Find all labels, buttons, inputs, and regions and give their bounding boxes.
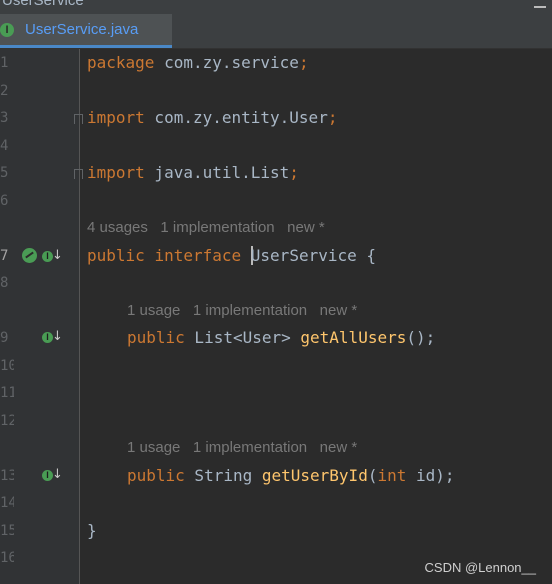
method-params: (); xyxy=(406,328,436,347)
method-params: id); xyxy=(406,466,455,485)
line-number: 8 xyxy=(0,275,9,291)
interface-name: UserService xyxy=(250,246,357,265)
package-name: com.zy.service xyxy=(154,53,299,72)
watermark: CSDN @Lennon__ xyxy=(424,560,536,575)
implemented-arrow-icon[interactable]: ↓ xyxy=(52,248,63,264)
line-number: 15 xyxy=(0,523,14,539)
import-name: com.zy.entity.User xyxy=(144,108,328,127)
tab-userservice-java[interactable]: I UserService.java xyxy=(0,14,172,48)
line-number: 13 xyxy=(0,468,14,484)
code-line-import[interactable]: import java.util.List; xyxy=(87,162,299,184)
minimize-icon[interactable] xyxy=(534,0,546,8)
usages-link[interactable]: 1 usage xyxy=(127,302,180,319)
import-name: java.util.List xyxy=(144,163,290,182)
brace: { xyxy=(356,246,377,265)
line-number: 11 xyxy=(0,385,14,401)
tab-label: UserService.java xyxy=(25,21,139,38)
param-type: int xyxy=(377,466,407,485)
semicolon: ; xyxy=(327,108,338,127)
keyword: import xyxy=(87,163,145,182)
code-vision-hint[interactable]: 1 usage 1 implementation new * xyxy=(127,302,357,319)
line-number: 4 xyxy=(0,138,9,154)
line-number: 5 xyxy=(0,165,9,181)
usages-link[interactable]: 1 usage xyxy=(127,439,180,456)
code-line-closing-brace[interactable]: } xyxy=(87,520,97,542)
code-vision-hint[interactable]: 1 usage 1 implementation new * xyxy=(127,439,357,456)
line-number: 7 xyxy=(0,248,9,264)
fold-marker-icon[interactable] xyxy=(74,114,83,124)
line-number: 3 xyxy=(0,110,9,126)
line-number: 10 xyxy=(0,358,14,374)
method-name: getAllUsers xyxy=(300,328,407,347)
implementation-link[interactable]: 1 implementation xyxy=(160,219,274,236)
semicolon: ; xyxy=(298,53,309,72)
editor-tab-bar: I UserService.java xyxy=(0,14,552,49)
interface-icon: I xyxy=(0,23,14,37)
author-hint[interactable]: new * xyxy=(320,439,358,456)
code-vision-hint[interactable]: 4 usages 1 implementation new * xyxy=(87,219,325,236)
fold-marker-icon[interactable] xyxy=(74,169,83,179)
navigation-bar: UserService xyxy=(0,0,552,14)
keyword: package xyxy=(87,53,155,72)
method-name: getUserById xyxy=(261,466,368,485)
usages-link[interactable]: 4 usages xyxy=(87,219,148,236)
keyword: import xyxy=(87,108,145,127)
line-number: 2 xyxy=(0,83,9,99)
breadcrumb[interactable]: UserService xyxy=(2,0,84,9)
code-line-import[interactable]: import com.zy.entity.User; xyxy=(87,107,337,129)
implementation-link[interactable]: 1 implementation xyxy=(193,302,307,319)
keyword: public xyxy=(87,246,145,265)
line-number: 1 xyxy=(0,55,9,71)
spring-bean-icon[interactable] xyxy=(22,248,37,263)
brace: } xyxy=(87,521,97,540)
code-line-interface-declaration[interactable]: public interface UserService { xyxy=(87,245,376,267)
line-number: 9 xyxy=(0,330,9,346)
keyword: public xyxy=(127,328,185,347)
keyword: interface xyxy=(154,246,242,265)
line-number: 6 xyxy=(0,193,9,209)
implementation-link[interactable]: 1 implementation xyxy=(193,439,307,456)
code-line-method[interactable]: public String getUserById(int id); xyxy=(127,465,455,487)
code-line-method[interactable]: public List<User> getAllUsers(); xyxy=(127,327,435,349)
return-type: List<User> xyxy=(184,328,301,347)
author-hint[interactable]: new * xyxy=(287,219,325,236)
line-number: 14 xyxy=(0,495,14,511)
return-type: String xyxy=(184,466,262,485)
author-hint[interactable]: new * xyxy=(320,302,358,319)
semicolon: ; xyxy=(289,163,299,182)
line-number: 16 xyxy=(0,550,14,566)
code-line-package[interactable]: package com.zy.service; xyxy=(87,52,309,74)
implemented-arrow-icon[interactable]: ↓ xyxy=(52,467,63,483)
line-number: 12 xyxy=(0,413,14,429)
implemented-arrow-icon[interactable]: ↓ xyxy=(52,329,63,345)
keyword: public xyxy=(127,466,185,485)
